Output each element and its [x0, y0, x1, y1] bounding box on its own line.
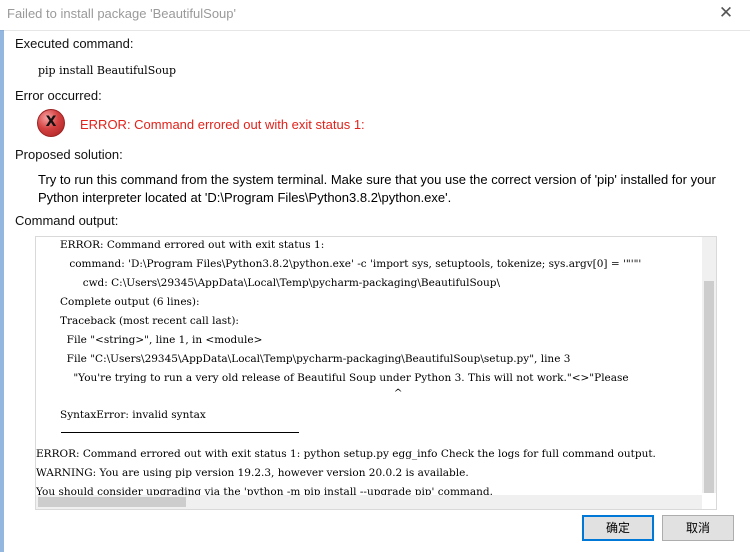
horizontal-scrollbar-thumb[interactable]	[38, 497, 186, 507]
error-occurred-label: Error occurred:	[15, 88, 102, 103]
error-message: ERROR: Command errored out with exit sta…	[80, 117, 365, 132]
output-line: command: 'D:\Program Files\Python3.8.2\p…	[66, 258, 642, 270]
output-line: File "C:\Users\29345\AppData\Local\Temp\…	[60, 353, 571, 365]
horizontal-scrollbar[interactable]	[36, 495, 702, 509]
output-line: "You're trying to run a very old release…	[60, 372, 629, 384]
executed-command-label: Executed command:	[15, 36, 134, 51]
window-title: Failed to install package 'BeautifulSoup…	[7, 6, 236, 21]
ok-button[interactable]: 确定	[582, 515, 654, 541]
output-line: ^	[60, 387, 403, 399]
command-output-label: Command output:	[15, 213, 119, 228]
error-icon-glyph: X	[45, 114, 57, 130]
command-output-box[interactable]: ERROR: Command errored out with exit sta…	[35, 236, 717, 510]
background-window-edge	[0, 30, 4, 552]
output-line: ERROR: Command errored out with exit sta…	[36, 448, 656, 460]
output-divider	[61, 432, 299, 433]
output-line: Traceback (most recent call last):	[60, 315, 239, 327]
output-line: SyntaxError: invalid syntax	[60, 409, 206, 421]
output-line: WARNING: You are using pip version 19.2.…	[36, 467, 469, 479]
error-icon: X	[37, 109, 65, 137]
output-line: ERROR: Command errored out with exit sta…	[60, 239, 325, 251]
title-bar: Failed to install package 'BeautifulSoup…	[0, 0, 750, 31]
vertical-scrollbar-thumb[interactable]	[704, 281, 714, 493]
proposed-solution-label: Proposed solution:	[15, 147, 123, 162]
cancel-button[interactable]: 取消	[662, 515, 734, 541]
output-line: File "<string>", line 1, in <module>	[60, 334, 263, 346]
executed-command: pip install BeautifulSoup	[38, 64, 176, 77]
output-line: cwd: C:\Users\29345\AppData\Local\Temp\p…	[66, 277, 501, 289]
output-line: Complete output (6 lines):	[60, 296, 200, 308]
proposed-solution-text: Try to run this command from the system …	[38, 172, 716, 205]
close-icon[interactable]: ✕	[716, 3, 736, 23]
vertical-scrollbar[interactable]	[702, 237, 716, 493]
command-output-text: ERROR: Command errored out with exit sta…	[36, 237, 696, 499]
